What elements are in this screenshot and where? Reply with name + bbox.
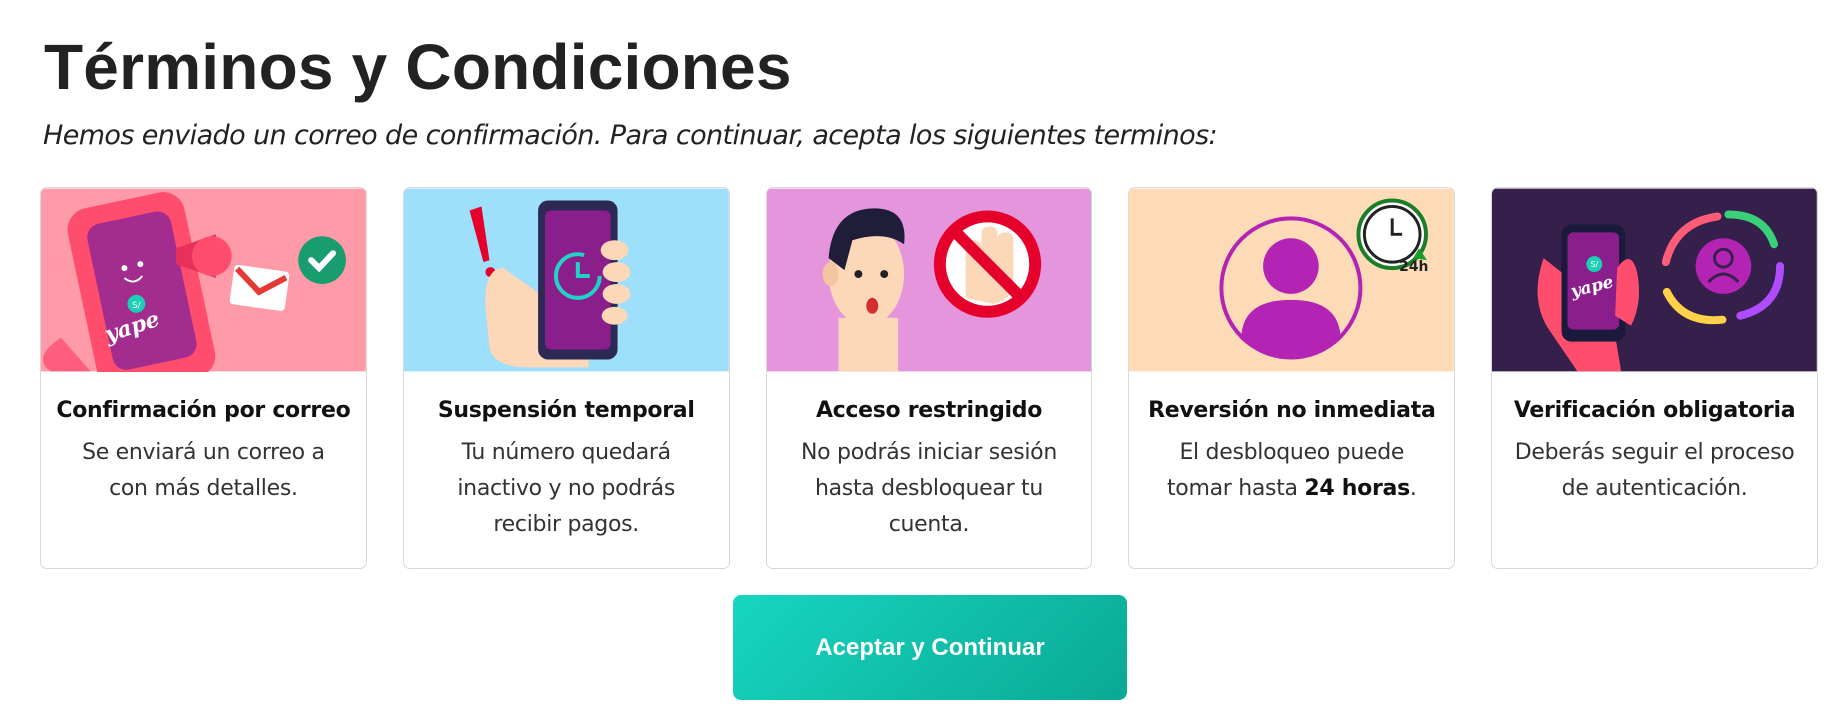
card-text-line: cuenta.	[888, 512, 970, 537]
card-email-confirmation: S/ yape Confirmación por correo Se envia…	[40, 187, 367, 569]
card-image-restricted	[766, 188, 1092, 372]
face-forbidden-illustration	[766, 188, 1092, 372]
card-text-line: Tu número quedará	[461, 440, 672, 465]
phone-mascot-illustration: S/ yape	[41, 188, 366, 372]
svg-text:S/: S/	[1591, 260, 1599, 269]
card-text-line: No podrás iniciar sesión	[801, 440, 1057, 465]
card-temporary-suspension: Suspensión temporal Tu número quedará in…	[402, 187, 730, 569]
card-restricted-access: Acceso restringido No podrás iniciar ses…	[765, 187, 1093, 569]
card-description: Deberás seguir el proceso de autenticaci…	[1510, 435, 1799, 507]
phone-cycle-illustration: S/ yape	[1492, 188, 1817, 372]
svg-text:S/: S/	[132, 301, 141, 311]
card-description: El desbloqueo puede tomar hasta 24 horas…	[1147, 435, 1436, 507]
card-description: Se enviará un correo a con más detalles.	[59, 435, 348, 507]
card-text-line: hasta desbloquear tu	[814, 476, 1043, 501]
card-title: Suspensión temporal	[437, 398, 695, 423]
card-text-line: Deberás seguir el proceso	[1514, 440, 1795, 465]
card-text-line: inactivo y no podrás	[457, 476, 676, 501]
card-text-line: recibir pagos.	[493, 512, 639, 537]
hand-phone-illustration	[403, 188, 729, 372]
forbidden-hand-icon	[933, 210, 1041, 318]
card-title: Reversión no inmediata	[1148, 398, 1436, 423]
card-text-line: con más detalles.	[109, 476, 298, 501]
user-avatar-icon	[1695, 238, 1752, 294]
card-title: Confirmación por correo	[56, 398, 351, 423]
check-icon	[298, 236, 346, 284]
gmail-icon	[229, 264, 290, 311]
card-image-email: S/ yape	[41, 188, 366, 372]
highlight-24-hours: 24 horas	[1304, 476, 1410, 501]
card-text-line: tomar hasta 24 horas.	[1166, 476, 1417, 501]
card-non-immediate-reversal: 24h Reversión no inmediata El desbloqueo…	[1128, 187, 1456, 569]
card-description: No podrás iniciar sesión hasta desbloque…	[785, 435, 1074, 543]
card-title: Acceso restringido	[815, 398, 1043, 423]
card-description: Tu número quedará inactivo y no podrás r…	[422, 435, 711, 543]
card-title: Verificación obligatoria	[1513, 398, 1796, 423]
card-image-reversal: 24h	[1129, 188, 1455, 372]
page-subtitle: Hemos enviado un correo de confirmación.…	[43, 120, 1218, 151]
card-image-suspension	[403, 188, 729, 372]
svg-text:24h: 24h	[1400, 259, 1429, 275]
terms-cards: S/ yape Confirmación por correo Se envia…	[40, 187, 1818, 569]
card-text-line: El desbloqueo puede	[1179, 440, 1405, 465]
card-image-verification: S/ yape	[1492, 188, 1817, 372]
avatar-clock-illustration: 24h	[1129, 188, 1455, 372]
accept-continue-button[interactable]: Aceptar y Continuar	[733, 595, 1127, 700]
card-mandatory-verification: S/ yape Verificación obligatoria Deberás…	[1491, 187, 1818, 569]
card-text-line: de autenticación.	[1561, 476, 1748, 501]
page-title: Términos y Condiciones	[44, 31, 792, 103]
card-text-line: Se enviará un correo a	[82, 440, 325, 465]
